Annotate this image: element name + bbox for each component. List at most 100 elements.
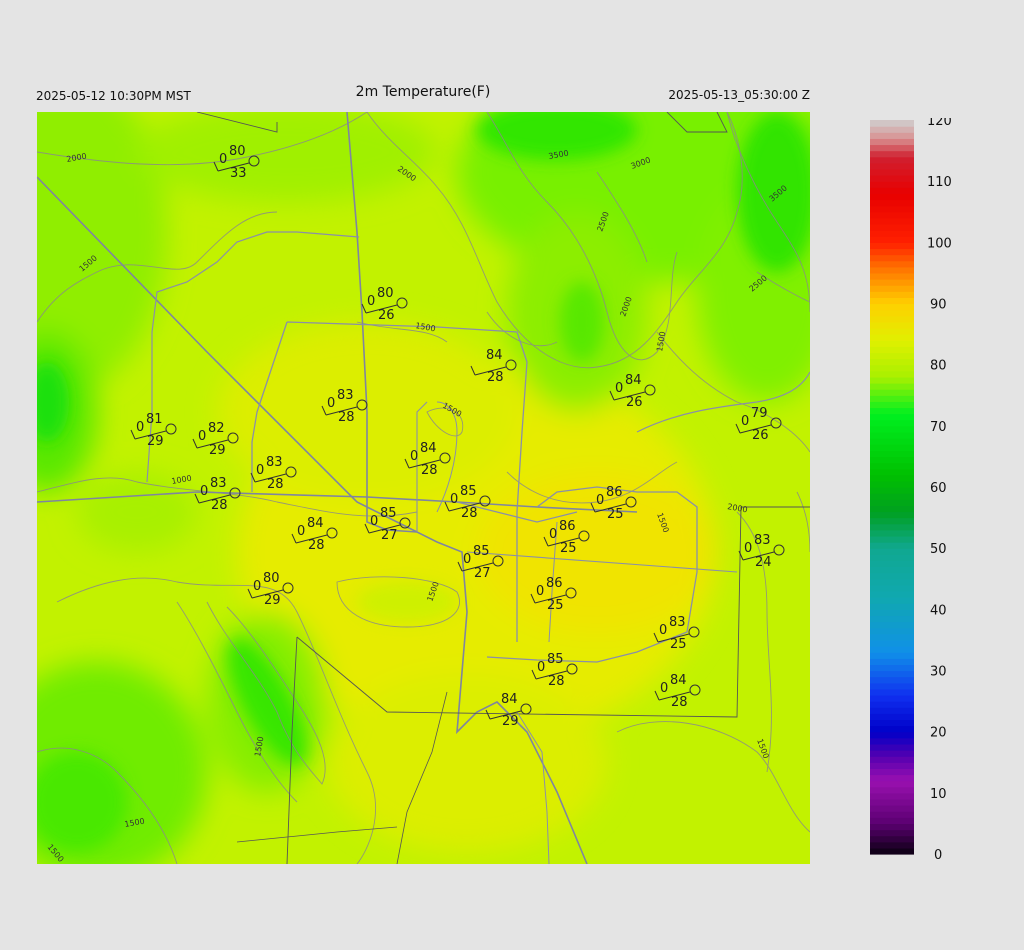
- station-left-value: 0: [741, 414, 749, 429]
- colorbar-swatch: [870, 658, 914, 665]
- station-left-value: 0: [744, 541, 752, 556]
- colorbar-tick-label: 30: [930, 665, 947, 680]
- colorbar-swatch: [870, 138, 914, 146]
- colorbar-swatch: [870, 370, 914, 378]
- colorbar-swatch: [870, 750, 914, 757]
- colorbar-swatch: [870, 413, 914, 421]
- station-left-value: 0: [463, 552, 471, 567]
- colorbar-swatch: [870, 682, 914, 690]
- station-temperature: 84: [625, 373, 642, 388]
- colorbar-swatch: [870, 297, 914, 305]
- station-left-value: 0: [136, 420, 144, 435]
- colorbar-swatch: [870, 762, 914, 769]
- colorbar-swatch: [870, 768, 914, 776]
- colorbar-swatch: [870, 505, 914, 513]
- colorbar-swatch: [870, 627, 914, 635]
- colorbar-tick-label: 10: [930, 787, 947, 802]
- station-dewpoint: 24: [755, 555, 772, 570]
- colorbar-swatch: [870, 633, 914, 641]
- station-temperature: 83: [337, 388, 354, 403]
- colorbar-swatch: [870, 584, 914, 592]
- colorbar-swatch: [870, 688, 914, 696]
- station-temperature: 86: [546, 576, 563, 591]
- colorbar-swatch: [870, 340, 914, 347]
- station-temperature: 83: [210, 476, 227, 491]
- station-dewpoint: 29: [264, 593, 281, 608]
- colorbar-swatch: [870, 731, 914, 739]
- colorbar-swatch: [870, 694, 914, 702]
- colorbar-swatch: [870, 376, 914, 384]
- station-left-value: 0: [253, 579, 261, 594]
- colorbar-swatch: [870, 199, 914, 207]
- colorbar-swatch: [870, 144, 914, 152]
- station-dewpoint: 33: [230, 166, 247, 181]
- colorbar-swatch: [870, 542, 914, 549]
- station-temperature: 84: [670, 673, 687, 688]
- colorbar-swatch: [870, 211, 914, 219]
- colorbar-swatch: [870, 346, 914, 354]
- station-dewpoint: 28: [487, 370, 504, 385]
- colorbar-swatch: [870, 786, 914, 794]
- colorbar-swatch: [870, 823, 914, 831]
- colorbar-swatch: [870, 719, 914, 727]
- colorbar-swatch: [870, 364, 914, 372]
- colorbar-swatch: [870, 701, 914, 708]
- colorbar-swatch: [870, 841, 914, 849]
- station-dewpoint: 28: [267, 477, 284, 492]
- station-dewpoint: 26: [626, 395, 643, 410]
- station-left-value: 0: [537, 660, 545, 675]
- station-temperature: 84: [307, 516, 324, 531]
- colorbar-swatch: [870, 572, 914, 580]
- colorbar-tick-label: 120: [927, 118, 952, 129]
- colorbar-swatch: [870, 383, 914, 390]
- colorbar-tick-label: 90: [930, 298, 947, 313]
- station-left-value: 0: [200, 484, 208, 499]
- colorbar-swatch: [870, 474, 914, 482]
- station-left-value: 0: [596, 493, 604, 508]
- colorbar-swatch: [870, 597, 914, 604]
- station-left-value: 0: [198, 429, 206, 444]
- colorbar-swatch: [870, 566, 914, 574]
- colorbar-swatch: [870, 798, 914, 806]
- station-left-value: 0: [549, 527, 557, 542]
- colorbar-tick-label: 40: [930, 603, 947, 618]
- colorbar-swatch: [870, 230, 914, 237]
- colorbar-swatch: [870, 529, 914, 537]
- station-left-value: 0: [536, 584, 544, 599]
- colorbar-swatch: [870, 523, 914, 531]
- colorbar-swatch: [870, 285, 914, 292]
- valid-time-utc: 2025-05-13_05:30:00 Z: [668, 88, 810, 102]
- colorbar-swatch: [870, 639, 914, 647]
- colorbar-swatch: [870, 456, 914, 464]
- station-left-value: 0: [370, 514, 378, 529]
- station-dewpoint: 29: [502, 714, 519, 729]
- colorbar-tick-label: 110: [927, 175, 952, 190]
- colorbar-swatch: [870, 548, 914, 555]
- station-temperature: 82: [208, 421, 225, 436]
- colorbar-swatch: [870, 321, 914, 329]
- colorbar-swatch: [870, 737, 914, 745]
- colorbar-swatch: [870, 829, 914, 837]
- station-dewpoint: 27: [474, 566, 491, 581]
- colorbar-tick-label: 20: [930, 726, 947, 741]
- station-left-value: 0: [256, 463, 264, 478]
- station-temperature: 86: [559, 519, 576, 534]
- colorbar-swatch: [870, 707, 914, 714]
- colorbar-swatch: [870, 266, 914, 274]
- station-temperature: 83: [266, 455, 283, 470]
- colorbar-swatch: [870, 713, 914, 721]
- colorbar-swatch: [870, 193, 914, 201]
- colorbar-swatch: [870, 272, 914, 280]
- colorbar-swatch: [870, 236, 914, 243]
- station-dewpoint: 27: [381, 528, 398, 543]
- colorbar-swatch: [870, 334, 914, 341]
- station-temperature: 85: [460, 484, 477, 499]
- colorbar-swatch: [870, 621, 914, 629]
- temperature-field: [37, 112, 810, 864]
- colorbar-swatch: [870, 205, 914, 213]
- colorbar-swatch: [870, 395, 914, 402]
- colorbar-swatch: [870, 425, 914, 433]
- station-dewpoint: 28: [211, 498, 228, 513]
- colorbar-swatch: [870, 743, 914, 751]
- station-dewpoint: 28: [308, 538, 325, 553]
